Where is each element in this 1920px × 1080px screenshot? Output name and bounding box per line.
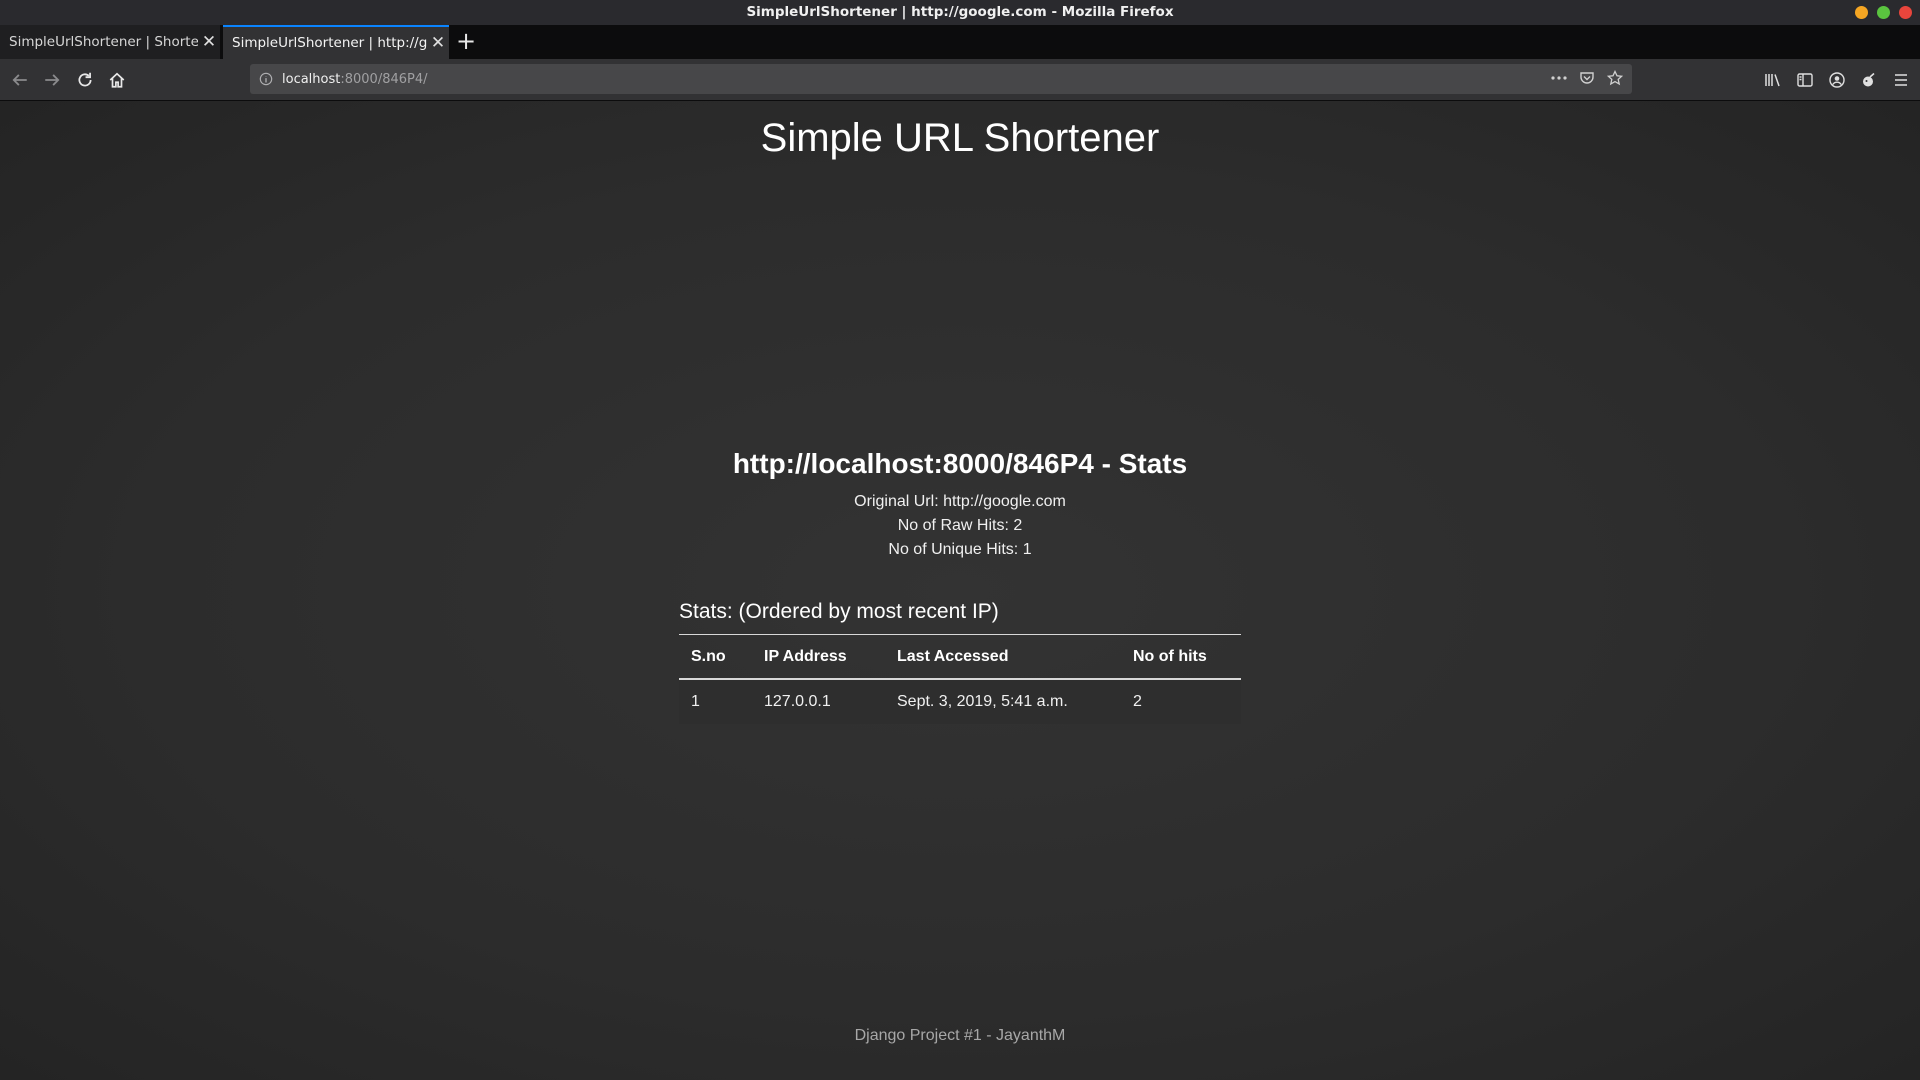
tab-strip: SimpleUrlShortener | Shortener ✕ SimpleU…: [0, 25, 1920, 59]
reload-icon[interactable]: [71, 66, 99, 94]
tab-stats-active[interactable]: SimpleUrlShortener | http://google.com ✕: [223, 25, 449, 59]
url-host: localhost: [282, 71, 341, 87]
sidebar-icon[interactable]: [1794, 69, 1816, 91]
account-icon[interactable]: [1826, 69, 1848, 91]
stats-heading: http://localhost:8000/846P4 - Stats: [732, 448, 1188, 479]
library-icon[interactable]: [1762, 69, 1784, 91]
column-header: S.no: [679, 635, 752, 680]
bookmark-star-icon[interactable]: [1606, 69, 1624, 87]
maximize-button[interactable]: [1877, 6, 1890, 19]
tab-title: SimpleUrlShortener | http://google.com: [232, 35, 427, 51]
toolbar-right: [1762, 69, 1912, 91]
url-actions: [1550, 69, 1624, 87]
tab-title: SimpleUrlShortener | Shortener: [9, 34, 198, 50]
table-header-row: S.no IP Address Last Accessed No of hits: [679, 635, 1241, 680]
page-content: Simple URL Shortener http://localhost:80…: [0, 101, 1920, 1080]
stats-table: S.no IP Address Last Accessed No of hits…: [679, 635, 1241, 724]
table-row: 1 127.0.0.1 Sept. 3, 2019, 5:41 a.m. 2: [679, 679, 1241, 724]
minimize-button[interactable]: [1855, 6, 1868, 19]
tab-shortener[interactable]: SimpleUrlShortener | Shortener ✕: [0, 25, 220, 59]
close-window-button[interactable]: [1899, 6, 1912, 19]
pocket-icon[interactable]: [1578, 69, 1596, 87]
url-path: :8000/846P4/: [340, 71, 428, 87]
table-cell: Sept. 3, 2019, 5:41 a.m.: [885, 679, 1121, 724]
column-header: Last Accessed: [885, 635, 1121, 680]
tab-close-icon[interactable]: ✕: [427, 33, 449, 53]
forward-arrow-icon[interactable]: [38, 66, 66, 94]
navigation-toolbar: localhost:8000/846P4/: [0, 59, 1920, 101]
stats-table-section: Stats: (Ordered by most recent IP) S.no …: [679, 600, 1241, 724]
raw-hits-text: No of Raw Hits: 2: [897, 517, 1023, 534]
extension-icon[interactable]: [1858, 69, 1880, 91]
unique-hits-text: No of Unique Hits: 1: [888, 541, 1032, 558]
table-caption: Stats: (Ordered by most recent IP): [679, 600, 1241, 635]
site-title: Simple URL Shortener: [760, 116, 1160, 160]
page-actions-icon[interactable]: [1550, 69, 1568, 87]
home-icon[interactable]: [103, 66, 131, 94]
table-cell: 1: [679, 679, 752, 724]
window-titlebar: SimpleUrlShortener | http://google.com -…: [0, 0, 1920, 25]
column-header: IP Address: [752, 635, 885, 680]
table-cell: 127.0.0.1: [752, 679, 885, 724]
info-icon[interactable]: [250, 72, 282, 86]
tab-close-icon[interactable]: ✕: [198, 32, 220, 52]
window-title: SimpleUrlShortener | http://google.com -…: [746, 4, 1174, 20]
back-arrow-icon[interactable]: [6, 66, 34, 94]
original-url-text: Original Url: http://google.com: [854, 493, 1066, 510]
table-cell: 2: [1121, 679, 1241, 724]
column-header: No of hits: [1121, 635, 1241, 680]
new-tab-button[interactable]: +: [455, 25, 477, 59]
menu-icon[interactable]: [1890, 69, 1912, 91]
footer-text: Django Project #1 - JayanthM: [854, 1027, 1066, 1044]
window-controls: [1855, 6, 1912, 19]
url-bar[interactable]: localhost:8000/846P4/: [250, 64, 1632, 94]
